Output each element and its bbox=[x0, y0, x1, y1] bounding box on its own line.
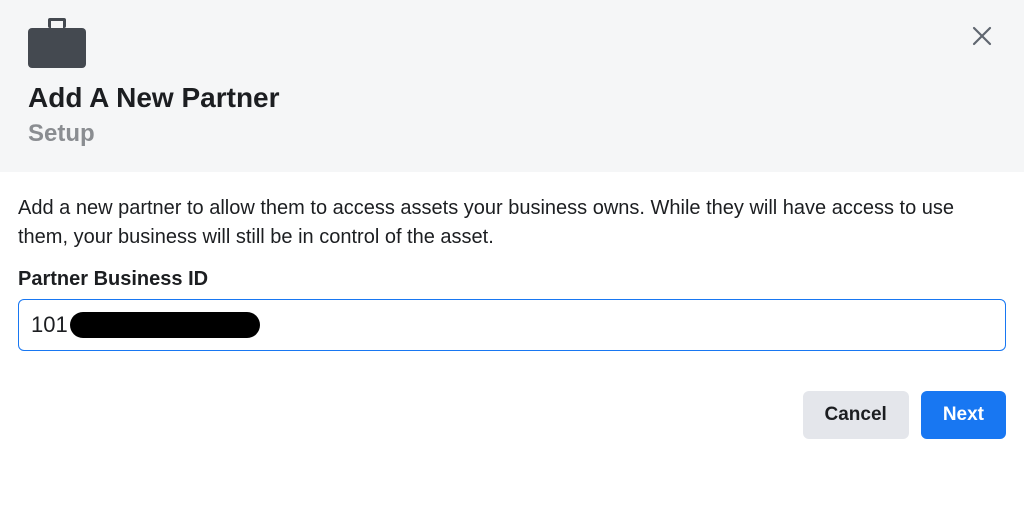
redacted-portion bbox=[70, 312, 260, 338]
partner-id-label: Partner Business ID bbox=[18, 268, 1006, 291]
close-button[interactable] bbox=[968, 22, 996, 50]
cancel-button[interactable]: Cancel bbox=[803, 391, 909, 439]
partner-id-input[interactable]: 101 bbox=[18, 299, 1006, 351]
briefcase-icon bbox=[28, 20, 86, 68]
partner-id-value-visible: 101 bbox=[31, 312, 68, 338]
dialog-title: Add A New Partner bbox=[28, 82, 996, 114]
dialog-footer: Cancel Next bbox=[0, 371, 1024, 459]
dialog-header: Add A New Partner Setup bbox=[0, 0, 1024, 172]
dialog-body: Add a new partner to allow them to acces… bbox=[0, 172, 1024, 371]
next-button[interactable]: Next bbox=[921, 391, 1006, 439]
close-icon bbox=[971, 25, 993, 47]
description-text: Add a new partner to allow them to acces… bbox=[18, 194, 1006, 252]
partner-id-value: 101 bbox=[31, 312, 260, 338]
dialog-subtitle: Setup bbox=[28, 120, 996, 148]
